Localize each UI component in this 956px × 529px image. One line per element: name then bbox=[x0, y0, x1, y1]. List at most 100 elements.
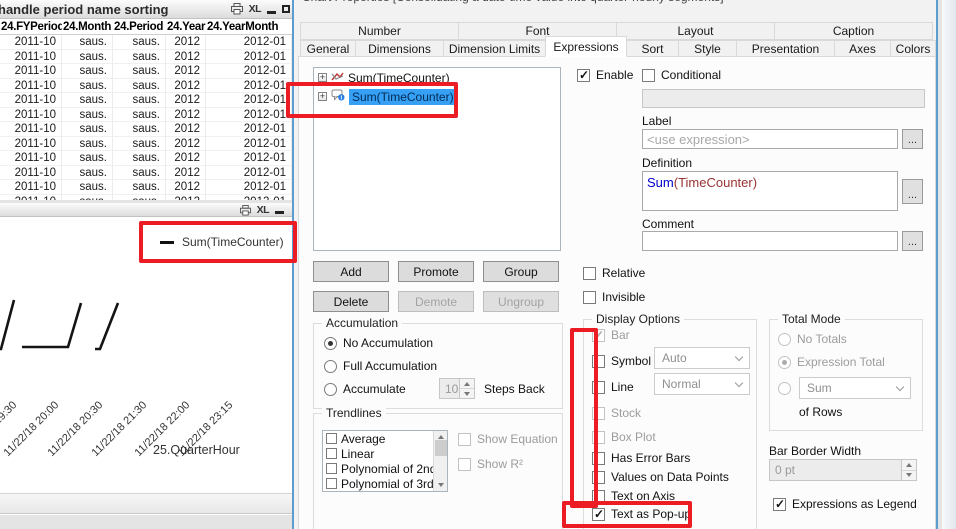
expressions-as-legend-checkbox[interactable]: Expressions as Legend bbox=[773, 497, 917, 511]
comment-input[interactable] bbox=[642, 231, 898, 251]
display-option-dropdown[interactable]: Auto bbox=[654, 347, 750, 369]
show-r2-checkbox[interactable]: Show R² bbox=[458, 457, 523, 471]
definition-ellipsis-button[interactable]: ... bbox=[902, 179, 923, 204]
demote-button[interactable]: Demote bbox=[398, 291, 474, 312]
tab-general[interactable]: General bbox=[300, 40, 356, 57]
trendline-checkbox-box[interactable] bbox=[326, 478, 337, 489]
display-option-bar[interactable]: Bar bbox=[592, 328, 630, 342]
relative-checkbox-box[interactable] bbox=[583, 266, 596, 280]
tab-caption[interactable]: Caption bbox=[774, 22, 933, 40]
accumulate-radio[interactable]: Accumulate bbox=[324, 382, 406, 396]
trendline-item[interactable]: Polynomial of 3rd degree bbox=[323, 476, 447, 491]
display-option-has-error-bars[interactable]: Has Error Bars bbox=[592, 451, 690, 465]
show-equation-checkbox-box[interactable] bbox=[458, 432, 471, 446]
sum-of-rows-radio-circle[interactable] bbox=[778, 382, 791, 395]
table-row[interactable]: 2011-10saus.saus.20122012-01 bbox=[0, 136, 292, 151]
comment-ellipsis-button[interactable]: ... bbox=[902, 231, 923, 251]
table-row[interactable]: 2011-10saus.saus.20122012-01 bbox=[0, 122, 292, 137]
enable-checkbox-box[interactable] bbox=[577, 68, 590, 82]
group-button[interactable]: Group bbox=[483, 261, 559, 282]
column-header[interactable]: 24.Period bbox=[113, 21, 166, 33]
expression-total-radio[interactable]: Expression Total bbox=[778, 355, 885, 369]
ungroup-button[interactable]: Ungroup bbox=[483, 291, 559, 312]
trendlines-list[interactable]: AverageLinearPolynomial of 2nd degreePol… bbox=[322, 430, 448, 492]
no-accumulation-radio[interactable]: No Accumulation bbox=[324, 336, 433, 350]
table-row[interactable]: 2011-10saus.saus.20122012-01 bbox=[0, 49, 292, 64]
tab-sort[interactable]: Sort bbox=[626, 40, 679, 57]
no-totals-radio-circle[interactable] bbox=[778, 332, 791, 346]
minimize-icon[interactable] bbox=[267, 10, 276, 14]
promote-button[interactable]: Promote bbox=[398, 261, 474, 282]
column-header[interactable]: 24.YearMonth bbox=[206, 21, 292, 33]
display-option-text-as-pop-up[interactable]: Text as Pop-up bbox=[592, 507, 691, 521]
tab-axes[interactable]: Axes bbox=[834, 40, 891, 57]
table-window-caption[interactable]: handle period name sorting XL bbox=[0, 0, 292, 19]
tab-dimensions[interactable]: Dimensions bbox=[355, 40, 444, 57]
full-accumulation-radio-circle[interactable] bbox=[324, 359, 337, 373]
table-row[interactable]: 2011-10saus.saus.20122012-01 bbox=[0, 64, 292, 79]
display-option-checkbox-box[interactable] bbox=[592, 406, 605, 420]
display-option-checkbox-box[interactable] bbox=[592, 354, 605, 368]
expression-list[interactable]: + Sum(TimeCounter) + i Sum(TimeCounter) bbox=[313, 67, 561, 251]
conditional-checkbox[interactable]: Conditional bbox=[642, 68, 721, 82]
conditional-checkbox-box[interactable] bbox=[642, 68, 655, 82]
enable-checkbox[interactable]: Enable bbox=[577, 68, 633, 82]
display-option-checkbox-box[interactable] bbox=[592, 507, 605, 521]
scrollbar-thumb[interactable] bbox=[434, 440, 447, 456]
show-r2-checkbox-box[interactable] bbox=[458, 457, 471, 471]
steps-back-spinner[interactable]: 10 bbox=[439, 378, 475, 399]
tab-expressions[interactable]: Expressions bbox=[545, 36, 627, 57]
display-option-text-on-axis[interactable]: Text on Axis bbox=[592, 489, 675, 503]
no-accumulation-radio-circle[interactable] bbox=[324, 336, 337, 350]
table-row[interactable]: 2011-10saus.saus.20122012-01 bbox=[0, 93, 292, 108]
trendline-item[interactable]: Average bbox=[323, 431, 447, 446]
trendlines-scrollbar[interactable] bbox=[433, 431, 447, 491]
expression-list-item[interactable]: + i Sum(TimeCounter) bbox=[314, 87, 560, 106]
no-totals-radio[interactable]: No Totals bbox=[778, 332, 847, 346]
trendline-item[interactable]: Polynomial of 2nd degree bbox=[323, 461, 447, 476]
display-option-box-plot[interactable]: Box Plot bbox=[592, 430, 656, 444]
total-mode-function-dropdown[interactable]: Sum bbox=[799, 377, 911, 399]
table-row[interactable]: 2011-10saus.saus.20122012-01 bbox=[0, 107, 292, 122]
column-header[interactable]: 24.Year bbox=[166, 21, 206, 33]
display-option-checkbox-box[interactable] bbox=[592, 430, 605, 444]
trendline-checkbox-box[interactable] bbox=[326, 463, 337, 474]
display-option-checkbox-box[interactable] bbox=[592, 451, 605, 465]
table-row[interactable]: 2011-10saus.saus.20122012-01 bbox=[0, 35, 292, 50]
spin-down-icon[interactable] bbox=[902, 470, 916, 480]
column-header[interactable]: 24.FYPeriod bbox=[0, 21, 62, 33]
display-option-symbol[interactable]: Symbol bbox=[592, 354, 651, 368]
table-row[interactable]: 2011-10saus.saus.20122012-01 bbox=[0, 194, 292, 200]
spin-up-icon[interactable] bbox=[902, 460, 916, 471]
table-row[interactable]: 2011-10saus.saus.20122012-01 bbox=[0, 151, 292, 166]
show-equation-checkbox[interactable]: Show Equation bbox=[458, 432, 558, 446]
expression-total-radio-circle[interactable] bbox=[778, 355, 791, 369]
restore-icon[interactable] bbox=[282, 5, 290, 13]
tab-style[interactable]: Style bbox=[678, 40, 737, 57]
display-option-dropdown[interactable]: Normal bbox=[654, 373, 750, 395]
bar-border-width-spinner[interactable]: 0 pt bbox=[769, 459, 917, 481]
display-option-checkbox-box[interactable] bbox=[592, 380, 605, 394]
label-input[interactable]: <use expression> bbox=[642, 129, 898, 149]
table-row[interactable]: 2011-10saus.saus.20122012-01 bbox=[0, 165, 292, 180]
trendline-checkbox-box[interactable] bbox=[326, 433, 337, 444]
display-option-values-on-data-points[interactable]: Values on Data Points bbox=[592, 470, 729, 484]
excel-export-button[interactable]: XL bbox=[249, 3, 262, 15]
trendline-checkbox-box[interactable] bbox=[326, 448, 337, 459]
tab-number[interactable]: Number bbox=[300, 22, 459, 40]
display-option-checkbox-box[interactable] bbox=[592, 489, 605, 503]
expand-icon[interactable]: + bbox=[318, 92, 327, 101]
print-icon[interactable] bbox=[230, 3, 243, 15]
table-row[interactable]: 2011-10saus.saus.20122012-01 bbox=[0, 78, 292, 93]
spin-down-icon[interactable] bbox=[460, 389, 474, 398]
tab-colors[interactable]: Colors bbox=[890, 40, 936, 57]
sum-of-rows-radio[interactable] bbox=[778, 382, 791, 395]
expression-list-item[interactable]: + Sum(TimeCounter) bbox=[314, 68, 560, 87]
tab-layout[interactable]: Layout bbox=[616, 22, 775, 40]
trendline-item[interactable]: Linear bbox=[323, 446, 447, 461]
tab-presentation[interactable]: Presentation bbox=[736, 40, 835, 57]
definition-input[interactable]: Sum(TimeCounter) bbox=[642, 171, 898, 211]
display-option-line[interactable]: Line bbox=[592, 380, 634, 394]
invisible-checkbox[interactable]: Invisible bbox=[583, 290, 645, 304]
invisible-checkbox-box[interactable] bbox=[583, 290, 596, 304]
